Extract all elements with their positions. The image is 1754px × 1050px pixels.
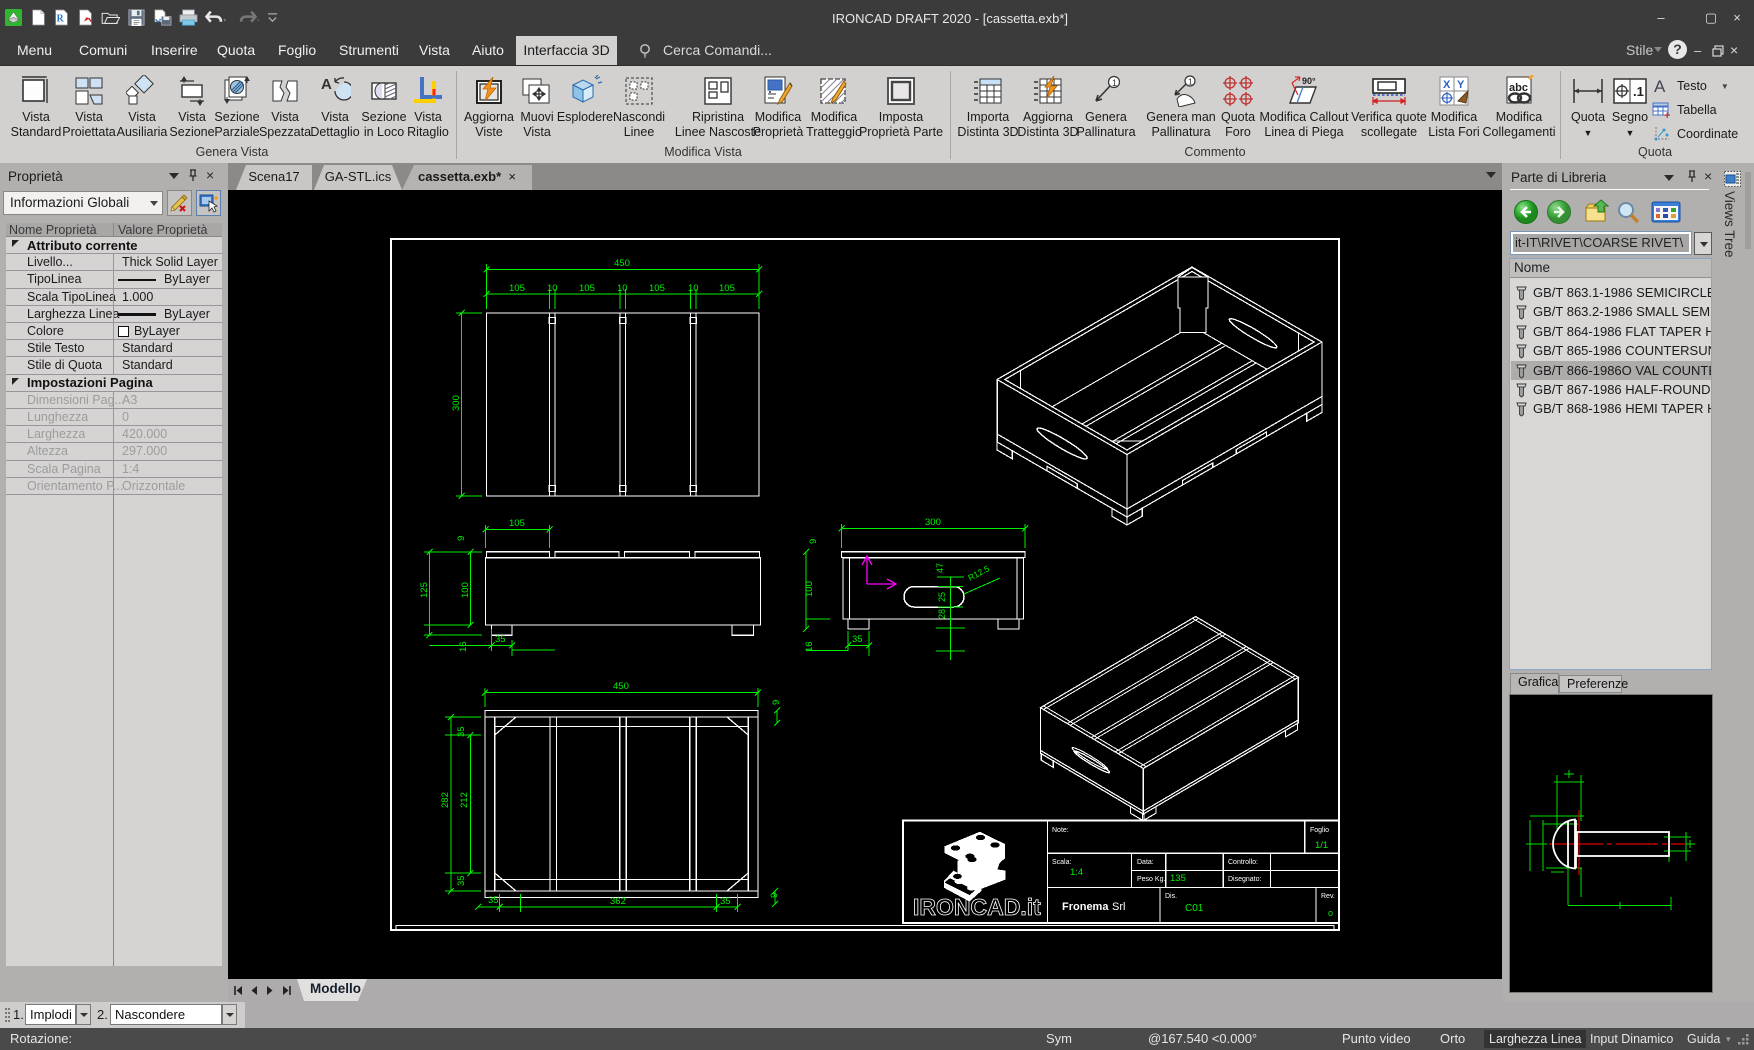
- svg-text:Scala:: Scala:: [1052, 859, 1072, 866]
- svg-text:16: 16: [458, 641, 469, 652]
- svg-text:10: 10: [547, 283, 558, 294]
- svg-text:100: 100: [460, 582, 471, 598]
- svg-text:1: 1: [1188, 77, 1193, 87]
- svg-text:o: o: [1328, 908, 1333, 918]
- svg-text:R: R: [57, 14, 65, 25]
- svg-text:A: A: [1654, 77, 1666, 95]
- svg-text:1/1: 1/1: [1315, 840, 1328, 851]
- svg-text:16: 16: [804, 641, 815, 652]
- svg-text:105: 105: [579, 283, 595, 294]
- svg-text:125: 125: [419, 582, 430, 598]
- svg-text:.1: .1: [1633, 84, 1644, 99]
- svg-text:300: 300: [451, 395, 462, 411]
- svg-text:Foglio: Foglio: [1310, 827, 1329, 834]
- svg-text:abc: abc: [1509, 82, 1528, 94]
- svg-text:105: 105: [719, 283, 735, 294]
- svg-text:35: 35: [720, 896, 731, 907]
- svg-text:Fronema: Fronema: [1062, 901, 1109, 913]
- svg-text:90°: 90°: [1302, 76, 1316, 86]
- svg-text:300: 300: [925, 517, 941, 528]
- svg-text:Data:: Data:: [1137, 859, 1154, 866]
- svg-text:450: 450: [613, 681, 629, 692]
- svg-text:C01: C01: [1185, 903, 1204, 914]
- svg-text:35: 35: [852, 634, 863, 645]
- svg-text:Peso Kg.: Peso Kg.: [1137, 876, 1165, 883]
- svg-text:Y: Y: [1457, 79, 1465, 91]
- svg-text:47: 47: [935, 563, 945, 573]
- svg-text:9: 9: [456, 536, 467, 541]
- svg-text:450: 450: [614, 258, 630, 269]
- svg-text:Rev.: Rev.: [1321, 893, 1335, 900]
- svg-text:105: 105: [509, 518, 525, 529]
- svg-text:1: 1: [1112, 78, 1117, 88]
- svg-text:9: 9: [771, 700, 782, 705]
- svg-text:1:4: 1:4: [1070, 867, 1083, 878]
- svg-text:Note:: Note:: [1052, 827, 1069, 834]
- svg-text:105: 105: [649, 283, 665, 294]
- svg-text:362: 362: [610, 896, 626, 907]
- svg-text:35: 35: [495, 634, 506, 645]
- svg-text:9: 9: [808, 539, 819, 544]
- svg-text:X: X: [1443, 79, 1451, 91]
- svg-text:IRONCAD.it: IRONCAD.it: [913, 894, 1041, 920]
- svg-text:Dis.: Dis.: [1165, 893, 1177, 900]
- svg-text:Srl: Srl: [1112, 901, 1125, 913]
- svg-text:Disegnato:: Disegnato:: [1228, 876, 1262, 883]
- svg-text:100: 100: [804, 581, 815, 597]
- svg-text:28: 28: [937, 609, 947, 619]
- svg-text:25: 25: [937, 592, 947, 602]
- svg-text:R12.5: R12.5: [966, 563, 991, 583]
- svg-text:10: 10: [688, 283, 699, 294]
- svg-text:+: +: [1664, 110, 1670, 119]
- svg-text:35: 35: [456, 726, 467, 737]
- svg-text:135: 135: [1170, 873, 1186, 884]
- svg-text:9: 9: [769, 893, 780, 898]
- svg-text:282: 282: [440, 792, 451, 808]
- svg-text:212: 212: [459, 792, 470, 808]
- svg-text:10: 10: [617, 283, 628, 294]
- svg-text:35: 35: [456, 875, 467, 886]
- svg-text:35: 35: [488, 895, 499, 906]
- svg-text:A: A: [321, 76, 332, 93]
- svg-text:105: 105: [509, 283, 525, 294]
- svg-text:Controllo:: Controllo:: [1228, 859, 1258, 866]
